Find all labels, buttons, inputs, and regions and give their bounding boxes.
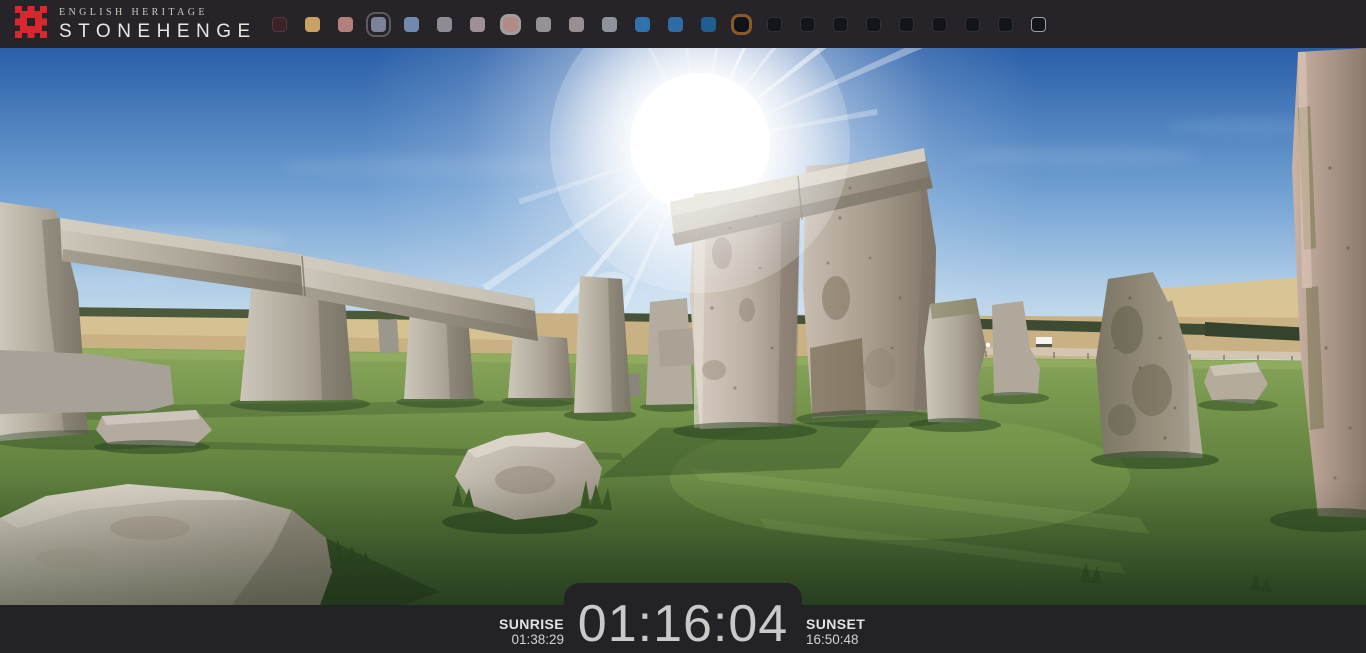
hour-swatch-10[interactable]	[602, 17, 617, 32]
hour-swatch-5[interactable]	[437, 17, 452, 32]
hour-swatch-1[interactable]	[305, 17, 320, 32]
brand-text: ENGLISH HERITAGE STONEHENGE	[59, 8, 257, 41]
hour-swatch-21[interactable]	[965, 17, 980, 32]
brand-supertitle: ENGLISH HERITAGE	[59, 8, 257, 18]
hour-swatch-19[interactable]	[899, 17, 914, 32]
brand-title: STONEHENGE	[59, 22, 257, 41]
hour-swatch-15[interactable]	[767, 17, 782, 32]
hour-swatch-17[interactable]	[833, 17, 848, 32]
hour-swatch-23[interactable]	[1031, 17, 1046, 32]
hour-swatch-3[interactable]	[371, 17, 386, 32]
hour-swatch-6[interactable]	[470, 17, 485, 32]
hour-swatch-9[interactable]	[569, 17, 584, 32]
hour-swatch-18[interactable]	[866, 17, 881, 32]
hour-swatch-14[interactable]	[734, 17, 749, 32]
sunset-label: SUNSET	[806, 616, 865, 632]
english-heritage-brand[interactable]: ENGLISH HERITAGE STONEHENGE	[13, 4, 257, 45]
sunrise-time: 01:38:29	[499, 632, 564, 648]
hour-swatch-12[interactable]	[668, 17, 683, 32]
panorama-scene	[0, 48, 1366, 605]
english-heritage-logo-icon	[13, 4, 49, 45]
skyscape-app: ENGLISH HERITAGE STONEHENGE	[0, 0, 1366, 653]
hour-swatch-13[interactable]	[701, 17, 716, 32]
header: ENGLISH HERITAGE STONEHENGE	[0, 0, 1366, 48]
sunset-block: SUNSET 16:50:48	[806, 616, 865, 648]
hour-swatch-16[interactable]	[800, 17, 815, 32]
hour-swatch-0[interactable]	[272, 17, 287, 32]
sunset-time: 16:50:48	[806, 632, 865, 648]
simulation-clock: 01:16:04	[578, 597, 788, 652]
hour-swatch-2[interactable]	[338, 17, 353, 32]
hour-swatch-22[interactable]	[998, 17, 1013, 32]
hour-swatch-row	[272, 0, 1046, 48]
sunrise-block: SUNRISE 01:38:29	[499, 616, 564, 648]
hour-swatch-8[interactable]	[536, 17, 551, 32]
hour-swatch-20[interactable]	[932, 17, 947, 32]
hour-swatch-11[interactable]	[635, 17, 650, 32]
stonehenge-panorama[interactable]	[0, 48, 1366, 605]
hour-swatch-4[interactable]	[404, 17, 419, 32]
sunrise-label: SUNRISE	[499, 616, 564, 632]
hour-swatch-7[interactable]	[503, 17, 518, 32]
